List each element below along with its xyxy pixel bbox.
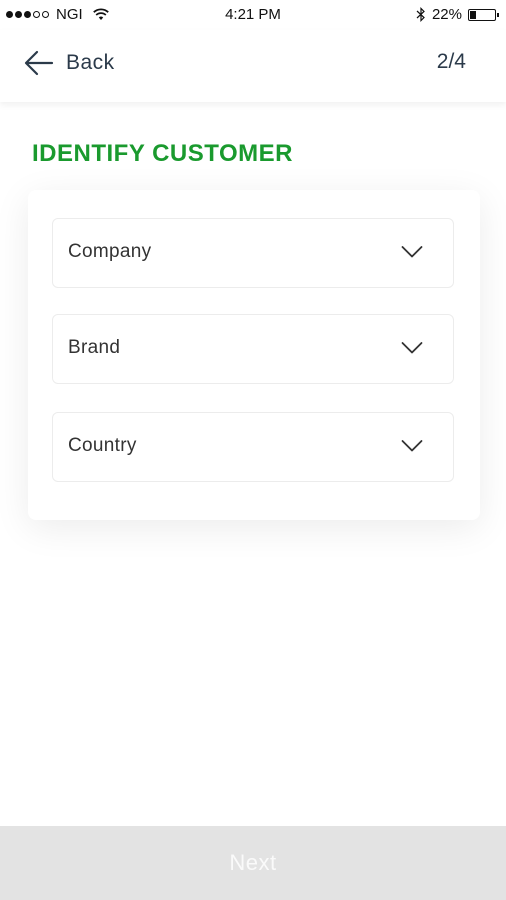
chevron-down-icon [401, 246, 423, 258]
page-title: IDENTIFY CUSTOMER [32, 140, 293, 167]
next-button[interactable]: Next [0, 826, 506, 900]
brand-dropdown[interactable]: Brand [52, 314, 454, 384]
country-dropdown-label: Country [68, 435, 137, 456]
country-dropdown[interactable]: Country [52, 412, 454, 482]
back-arrow-icon [24, 50, 54, 76]
company-dropdown[interactable]: Company [52, 218, 454, 288]
battery-level [470, 10, 476, 19]
back-label: Back [66, 51, 115, 74]
step-indicator: 2/4 [436, 50, 466, 73]
battery-percentage: 22% [431, 6, 462, 23]
chevron-down-icon [401, 440, 423, 452]
nav-bar: Back 2/4 [0, 30, 506, 102]
chevron-down-icon [401, 342, 423, 354]
brand-dropdown-label: Brand [68, 337, 121, 358]
company-dropdown-label: Company [68, 241, 152, 262]
back-button[interactable]: Back [24, 48, 115, 78]
status-right: 22% [416, 6, 499, 23]
bluetooth-icon [416, 7, 425, 22]
form-card: Company Brand Country [28, 190, 480, 520]
status-bar: NGI 4:21 PM 22% [0, 0, 506, 30]
battery-icon [468, 8, 499, 21]
